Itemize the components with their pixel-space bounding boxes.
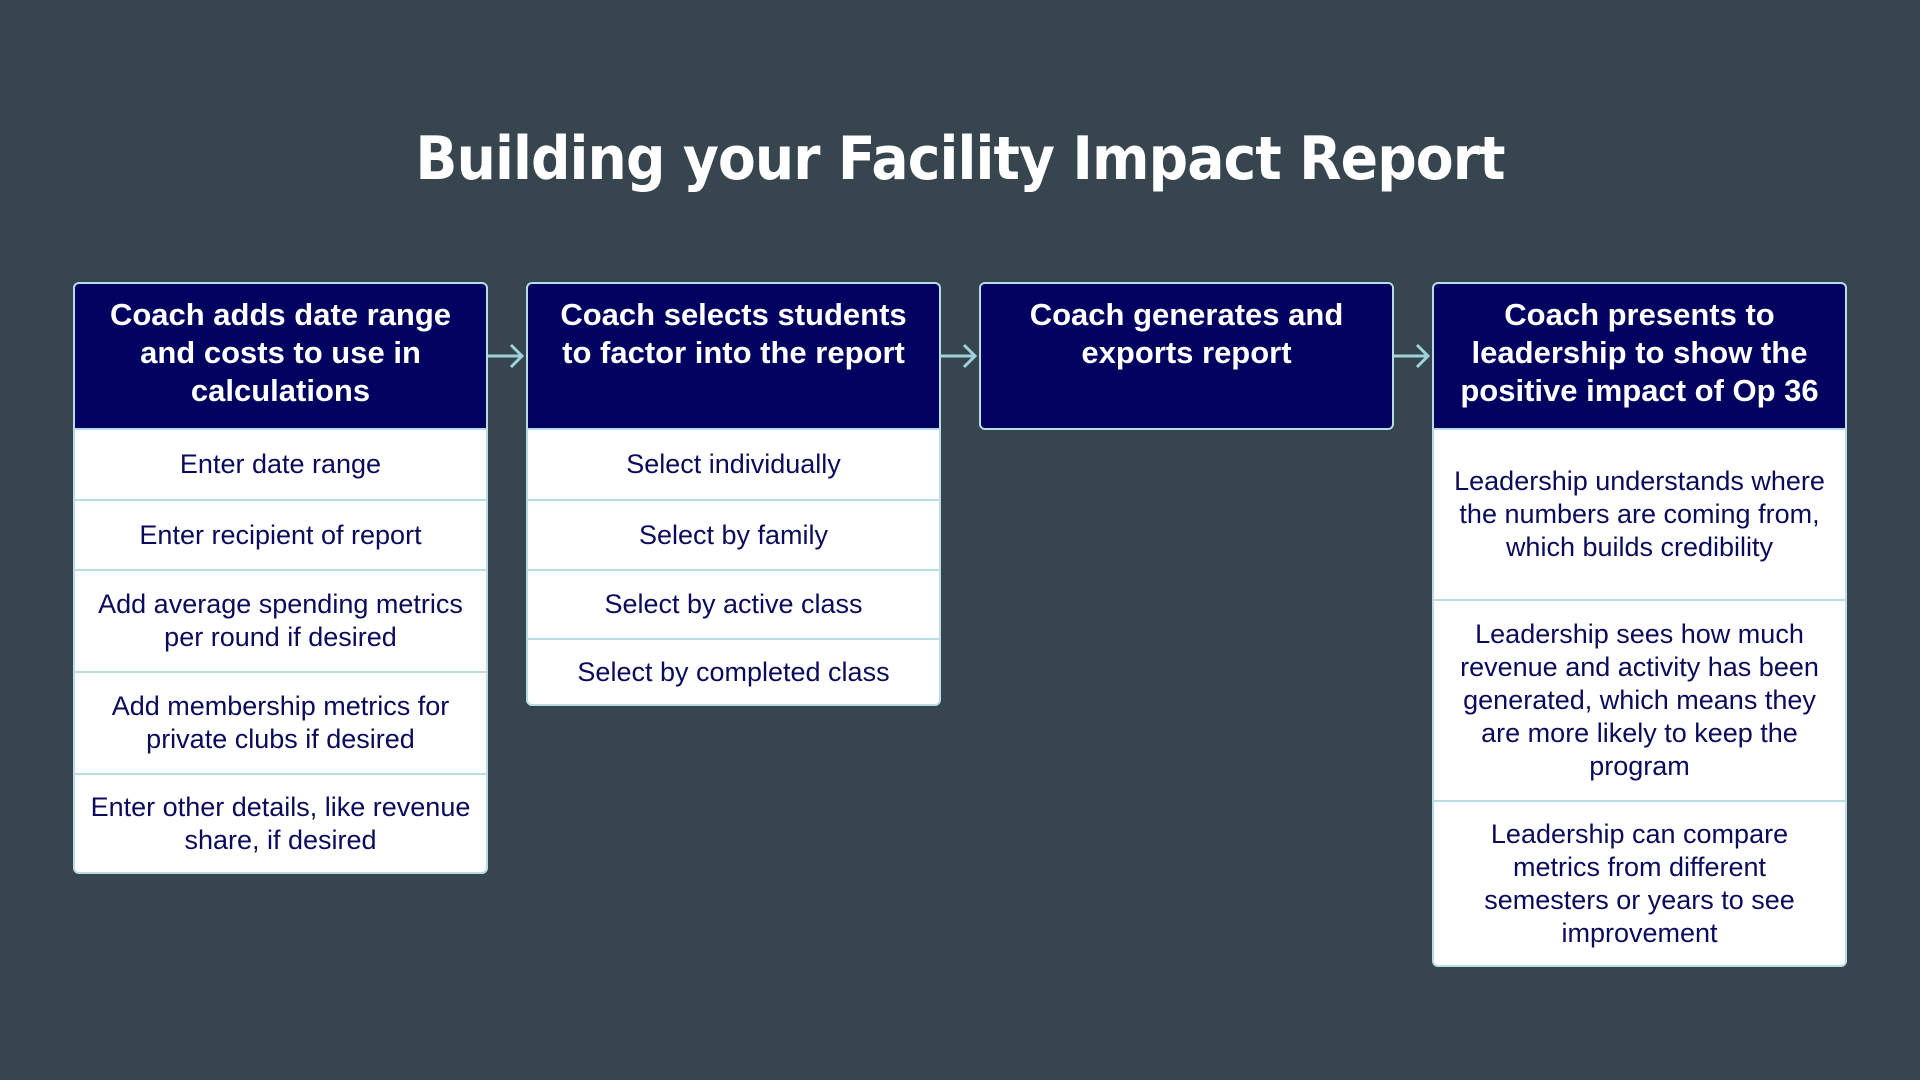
step-1-item: Add average spending metrics per round i… [75,569,486,671]
step-4-item: Leadership can compare metrics from diff… [1434,800,1845,965]
step-2-heading: Coach selects students to factor into th… [528,284,939,430]
step-card-3: Coach generates and exports report [979,282,1394,430]
arrow-right-icon [941,343,978,369]
step-4-item: Leadership sees how much revenue and act… [1434,599,1845,800]
step-2-item: Select by completed class [528,638,939,704]
step-card-1: Coach adds date range and costs to use i… [73,282,488,874]
step-1-items: Enter date range Enter recipient of repo… [75,430,486,872]
step-card-4: Coach presents to leadership to show the… [1432,282,1847,967]
arrow-right-icon [1394,343,1431,369]
step-1-item: Enter recipient of report [75,499,486,569]
step-3-heading: Coach generates and exports report [981,284,1392,428]
step-1-item: Add membership metrics for private clubs… [75,671,486,773]
step-4-heading: Coach presents to leadership to show the… [1434,284,1845,430]
step-2-item: Select by active class [528,569,939,638]
arrow-right-icon [488,343,525,369]
step-2-item: Select by family [528,499,939,569]
step-4-item: Leadership understands where the numbers… [1454,466,1825,562]
step-1-heading: Coach adds date range and costs to use i… [75,284,486,430]
step-2-items: Select individually Select by family Sel… [528,430,939,704]
step-1-item: Enter other details, like revenue share,… [75,773,486,872]
page-title: Building your Facility Impact Report [415,124,1505,194]
step-1-item: Enter date range [179,449,382,479]
step-4-items: Leadership understands where the numbers… [1434,430,1845,965]
step-card-2: Coach selects students to factor into th… [526,282,941,706]
step-2-item: Select individually [626,449,841,479]
